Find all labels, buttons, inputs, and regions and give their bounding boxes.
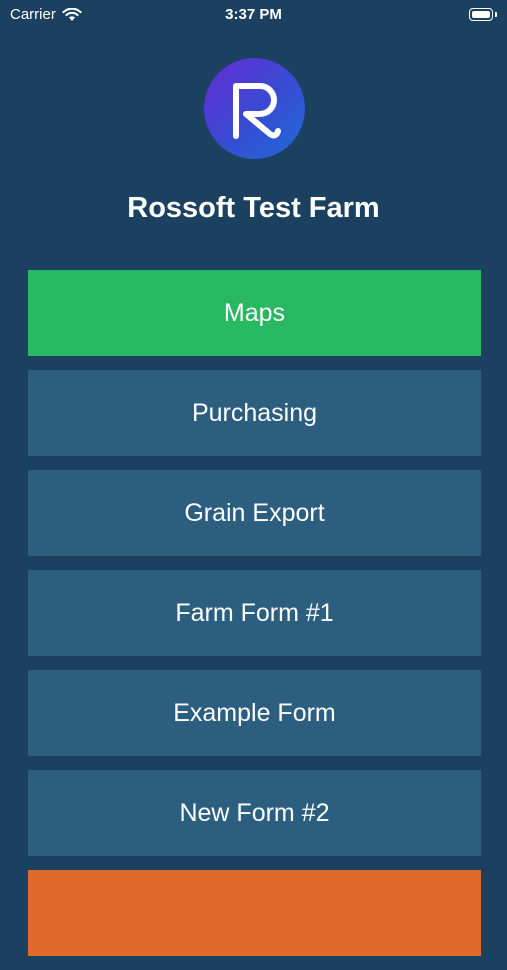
menu-item-label: Farm Form #1 [175,598,334,627]
menu-item-example-form[interactable]: Example Form [28,670,481,756]
farm-title: Rossoft Test Farm [127,192,380,224]
menu-item-farm-form-1[interactable]: Farm Form #1 [28,570,481,656]
menu-list: Maps Purchasing Grain Export Farm Form #… [28,270,481,970]
menu-item-maps[interactable]: Maps [28,270,481,356]
r-logo-icon [233,83,281,139]
menu-item-orange[interactable] [28,870,481,956]
battery-icon [469,8,497,22]
clock: 3:37 PM [225,6,282,23]
menu-item-purchasing[interactable]: Purchasing [28,370,481,456]
menu-item-label: Grain Export [184,498,325,527]
menu-item-label: Maps [223,298,286,327]
menu-item-grain-export[interactable]: Grain Export [28,470,481,556]
menu-item-label: Purchasing [191,398,318,427]
farm-logo [204,58,305,159]
menu-item-label: New Form #2 [179,798,330,827]
menu-item-label: Example Form [173,698,336,727]
status-bar: Carrier 3:37 PM [0,0,507,32]
menu-item-new-form-2[interactable]: New Form #2 [28,770,481,856]
